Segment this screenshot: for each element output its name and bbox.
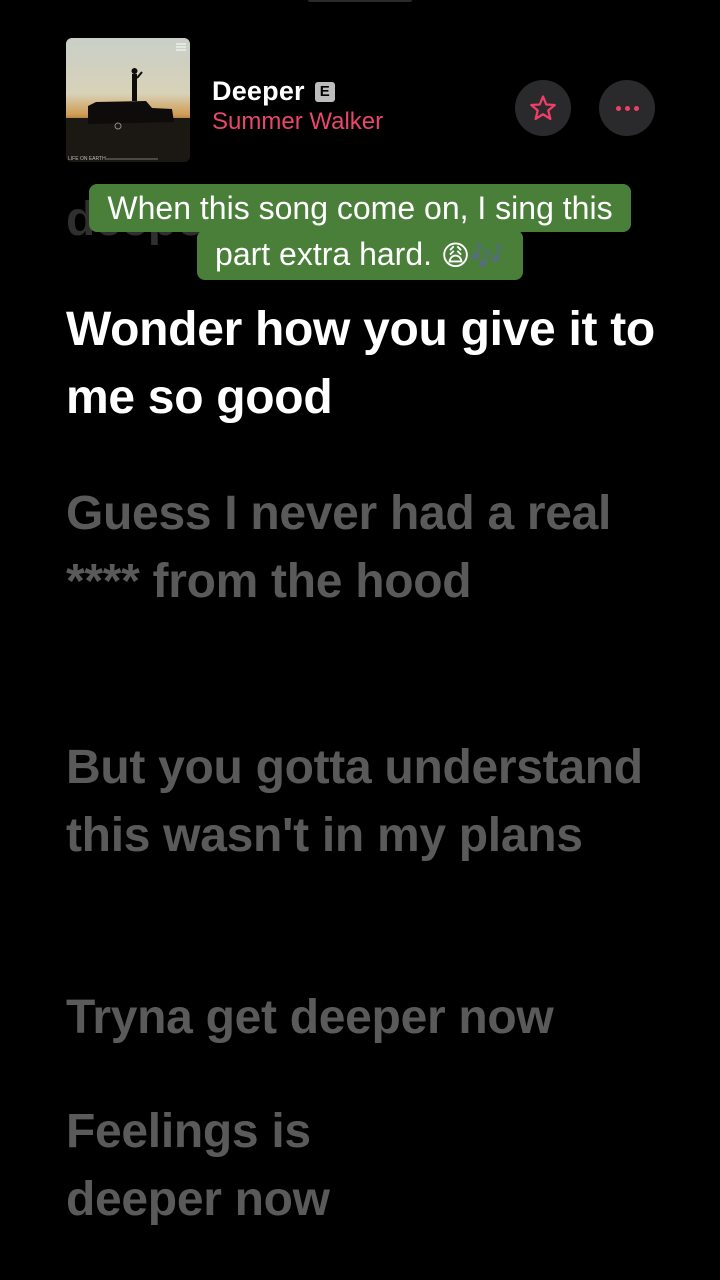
caption-line-2: part extra hard. 😩🎶	[197, 230, 523, 280]
weary-face-music-emoji: 😩🎶	[440, 239, 505, 272]
caption-line-2-text: part extra hard.	[215, 236, 441, 272]
more-options-button[interactable]	[599, 80, 655, 136]
favorite-button[interactable]	[515, 80, 571, 136]
album-art-image: LIFE ON EARTH	[66, 38, 190, 162]
song-title-row[interactable]: Deeper E	[212, 76, 335, 107]
explicit-badge: E	[314, 81, 335, 102]
ellipsis-icon	[615, 105, 639, 111]
lyric-line[interactable]: Tryna get deeper now	[66, 984, 666, 1052]
lyric-line-active[interactable]: Wonder how you give it to me so good	[66, 296, 666, 432]
caption-line-1: When this song come on, I sing this	[89, 184, 631, 232]
lyric-line[interactable]: Guess I never had a real **** from the h…	[66, 480, 666, 616]
lyric-line[interactable]: Feelings is deeper now	[66, 1098, 426, 1234]
svg-text:LIFE ON EARTH: LIFE ON EARTH	[68, 156, 106, 162]
caption-overlay: When this song come on, I sing this part…	[0, 184, 720, 280]
song-title[interactable]: Deeper	[212, 76, 305, 107]
artist-name[interactable]: Summer Walker	[212, 108, 383, 136]
sheet-grabber[interactable]	[308, 0, 412, 2]
album-art[interactable]: LIFE ON EARTH	[66, 38, 190, 162]
star-icon	[530, 95, 556, 120]
lyric-line[interactable]: But you gotta understand this wasn't in …	[66, 734, 666, 870]
